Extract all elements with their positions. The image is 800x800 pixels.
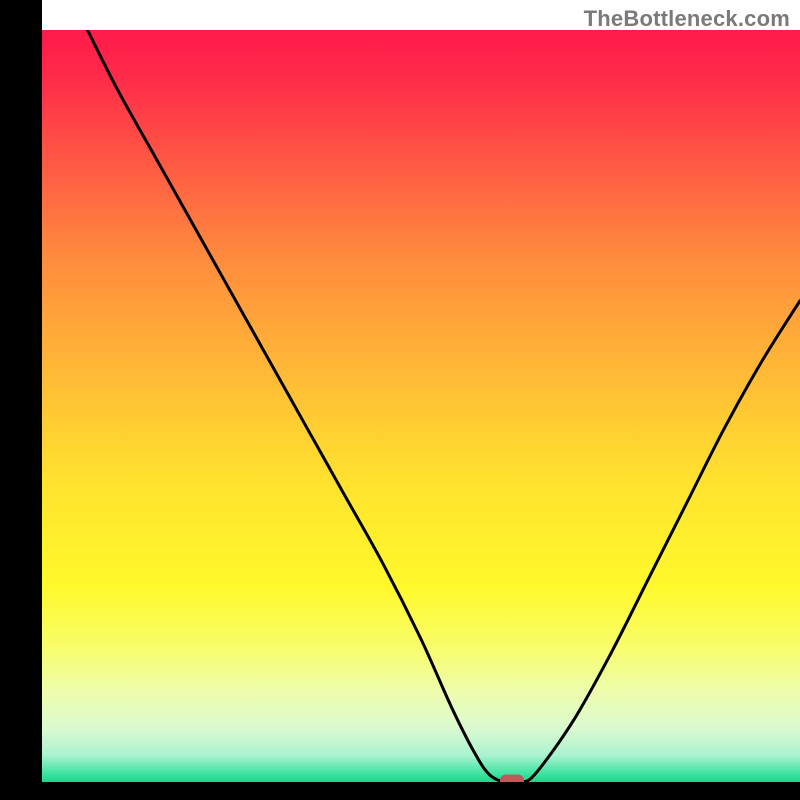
left-border-mask xyxy=(0,0,42,800)
chart-svg xyxy=(0,0,800,800)
bottom-border-mask xyxy=(0,782,800,800)
watermark-text: TheBottleneck.com xyxy=(584,6,790,32)
chart-container: TheBottleneck.com xyxy=(0,0,800,800)
gradient-background xyxy=(42,30,800,782)
